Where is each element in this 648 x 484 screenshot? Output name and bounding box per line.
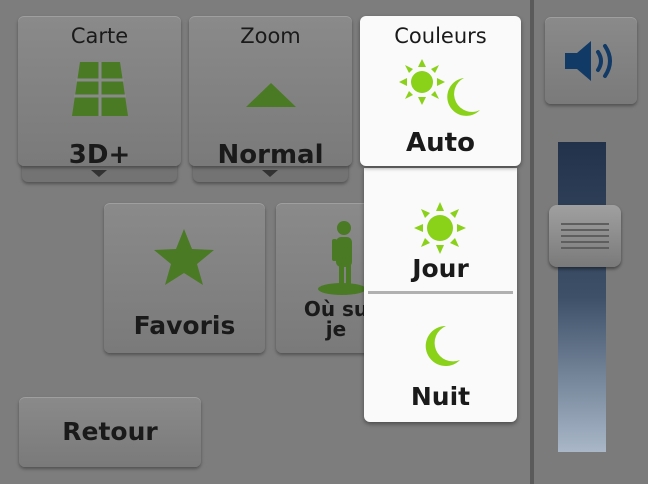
colors-label: Couleurs [394, 24, 487, 48]
moon-icon [425, 325, 460, 366]
map-3d-icon [72, 62, 128, 116]
triangle-up-icon [246, 83, 296, 107]
sun-icon [414, 202, 466, 254]
map-dropdown-caret-icon [91, 170, 107, 177]
person-location-icon [318, 221, 364, 295]
speaker-icon [565, 41, 612, 81]
color-option-day[interactable]: Jour [364, 168, 517, 292]
volume-slider-track[interactable] [558, 142, 606, 452]
grip-line [561, 235, 609, 237]
volume-button[interactable] [545, 17, 637, 104]
grip-line [561, 223, 609, 225]
color-option-night-label: Nuit [410, 382, 471, 411]
color-option-night[interactable]: Nuit [364, 294, 517, 422]
zoom-label: Zoom [240, 24, 301, 48]
map-mode-value: 3D+ [68, 140, 131, 170]
map-mode-label: Carte [70, 24, 129, 48]
favorites-label: Favoris [133, 311, 236, 340]
back-label: Retour [62, 417, 158, 446]
sun-moon-icon [399, 59, 480, 116]
grip-line [561, 241, 609, 243]
grip-line [561, 247, 609, 249]
colors-value: Auto [406, 128, 475, 158]
color-option-day-label: Jour [412, 254, 469, 283]
map-mode-tile[interactable]: Carte 3D+ [18, 16, 181, 170]
zoom-dropdown-caret-icon [262, 170, 278, 177]
zoom-value: Normal [217, 140, 324, 170]
favorites-button[interactable]: Favoris [104, 203, 265, 353]
colors-tile[interactable]: Couleurs Auto [360, 16, 521, 166]
grip-line [561, 229, 609, 231]
colors-dropdown-menu: Jour Nuit [364, 168, 517, 422]
zoom-tile[interactable]: Zoom Normal [189, 16, 352, 170]
back-button[interactable]: Retour [19, 397, 201, 467]
volume-slider-handle[interactable] [549, 205, 621, 267]
star-icon [154, 229, 214, 285]
